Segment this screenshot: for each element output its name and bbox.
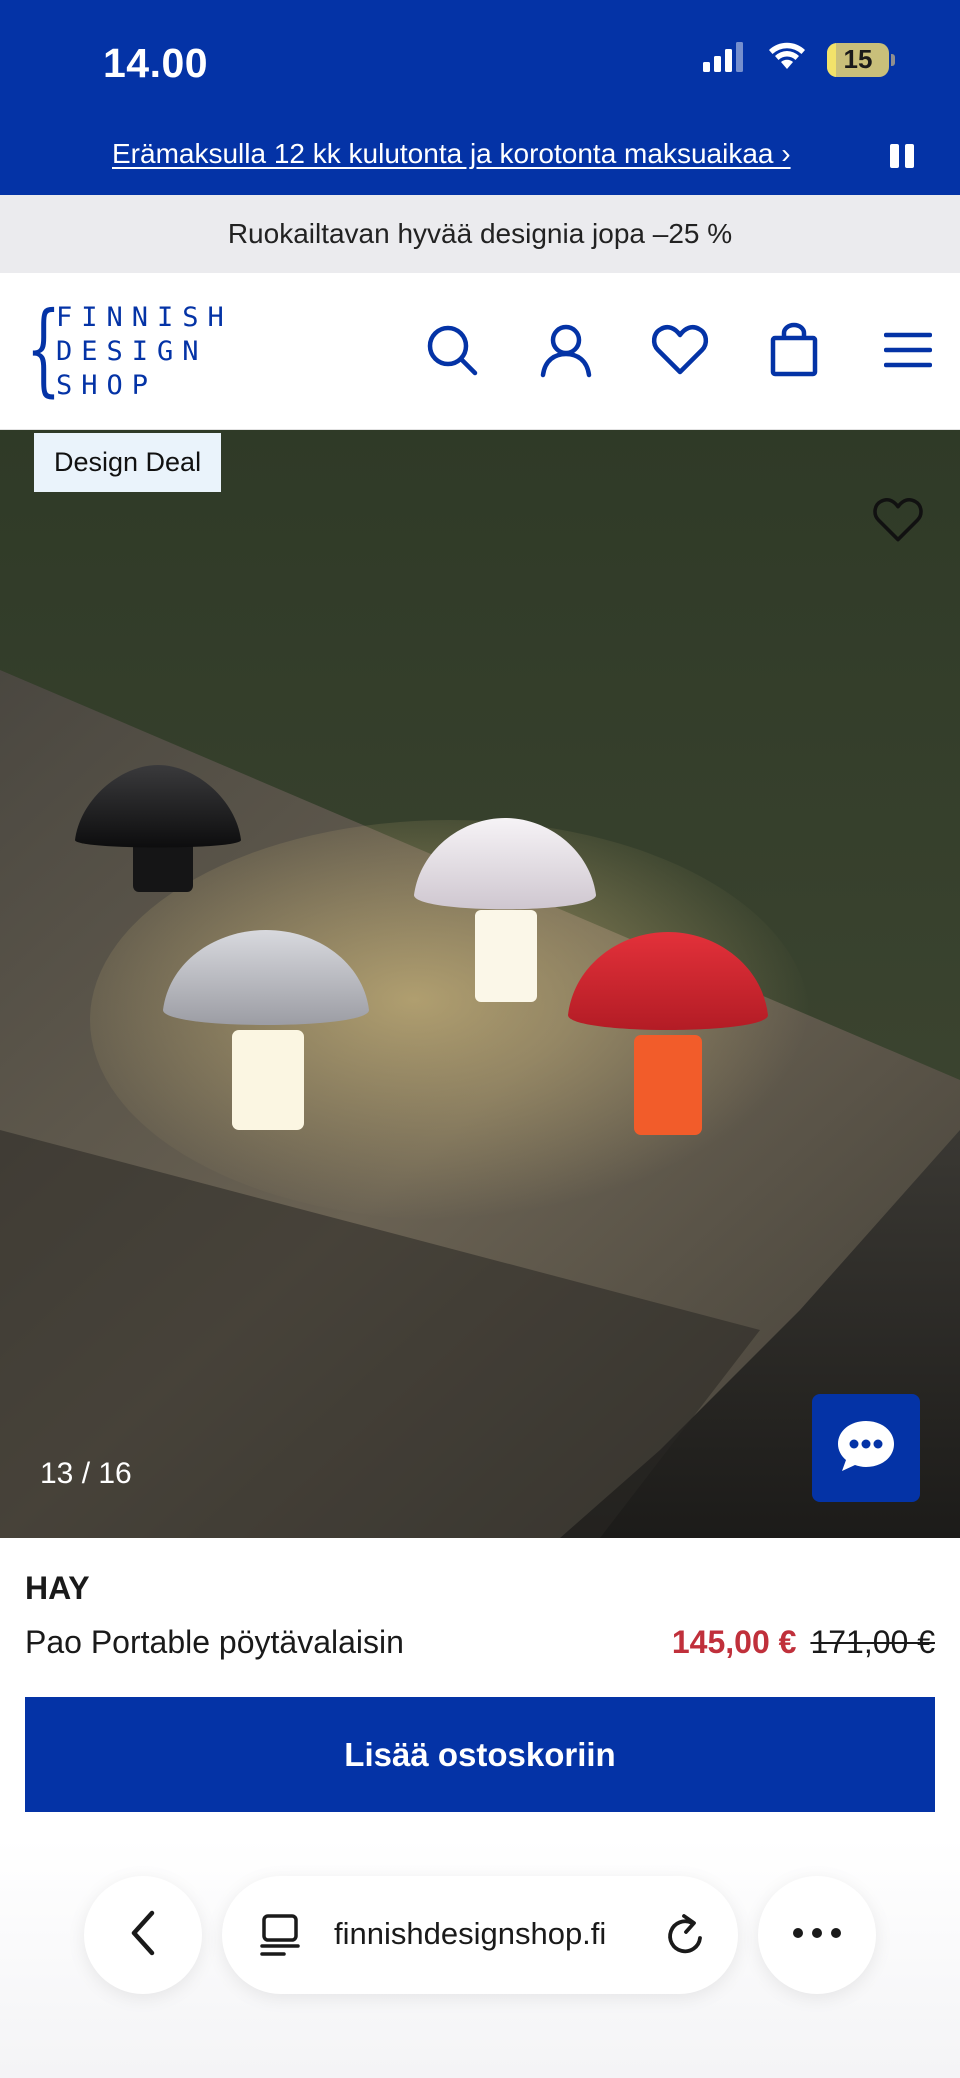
design-deal-badge: Design Deal <box>34 433 222 492</box>
product-photo <box>0 430 960 1538</box>
site-header: { FINNISH DESIGN SHOP <box>0 273 960 430</box>
battery-percent: 15 <box>843 44 873 74</box>
status-time: 14.00 <box>103 40 209 86</box>
url-text: finnishdesignshop.fi <box>334 1916 607 1951</box>
more-button[interactable] <box>758 1876 876 1994</box>
status-icons: 15 <box>703 42 895 77</box>
heart-icon[interactable] <box>866 488 930 552</box>
more-icon <box>792 1926 842 1944</box>
add-to-cart-button[interactable]: Lisää ostoskoriin <box>25 1697 935 1812</box>
price-group: 145,00 € 171,00 € <box>672 1624 935 1661</box>
image-counter: 13 / 16 <box>40 1457 132 1490</box>
tabs-icon[interactable] <box>258 1912 302 1963</box>
logo-brace: { <box>26 290 61 407</box>
logo-line-2: DESIGN <box>56 336 208 367</box>
promo-strip: Erämaksulla 12 kk kulutonta ja korotonta… <box>0 132 960 182</box>
back-icon <box>126 1909 160 1962</box>
sale-price: 145,00 € <box>671 1624 797 1660</box>
search-icon[interactable] <box>420 318 484 382</box>
wishlist-icon[interactable] <box>648 318 712 382</box>
reload-icon[interactable] <box>664 1912 708 1963</box>
product-name: Pao Portable pöytävalaisin <box>25 1624 404 1660</box>
chat-icon <box>834 1417 898 1480</box>
account-icon[interactable] <box>534 318 598 382</box>
wifi-icon <box>767 42 807 77</box>
back-button[interactable] <box>84 1876 202 1994</box>
signal-icon <box>703 42 747 77</box>
promo-link[interactable]: Erämaksulla 12 kk kulutonta ja korotonta… <box>112 138 791 170</box>
pause-icon[interactable] <box>890 144 916 170</box>
chat-button[interactable] <box>812 1394 920 1502</box>
top-bar: 14.00 15 Erämaksulla 12 kk kulutonta ja … <box>0 0 960 195</box>
menu-icon[interactable] <box>876 318 940 382</box>
original-price: 171,00 € <box>810 1624 935 1660</box>
site-logo[interactable]: { FINNISH DESIGN SHOP <box>26 290 233 407</box>
product-image[interactable]: Design Deal 13 / 16 <box>0 430 960 1538</box>
battery-icon: 15 <box>827 42 895 77</box>
logo-line-1: FINNISH <box>56 302 233 333</box>
cart-icon[interactable] <box>762 318 826 382</box>
sale-banner[interactable]: Ruokailtavan hyvää designia jopa –25 % <box>0 195 960 273</box>
address-bar[interactable]: finnishdesignshop.fi <box>222 1876 738 1994</box>
logo-line-3: SHOP <box>56 370 158 401</box>
product-brand[interactable]: HAY <box>25 1570 90 1607</box>
